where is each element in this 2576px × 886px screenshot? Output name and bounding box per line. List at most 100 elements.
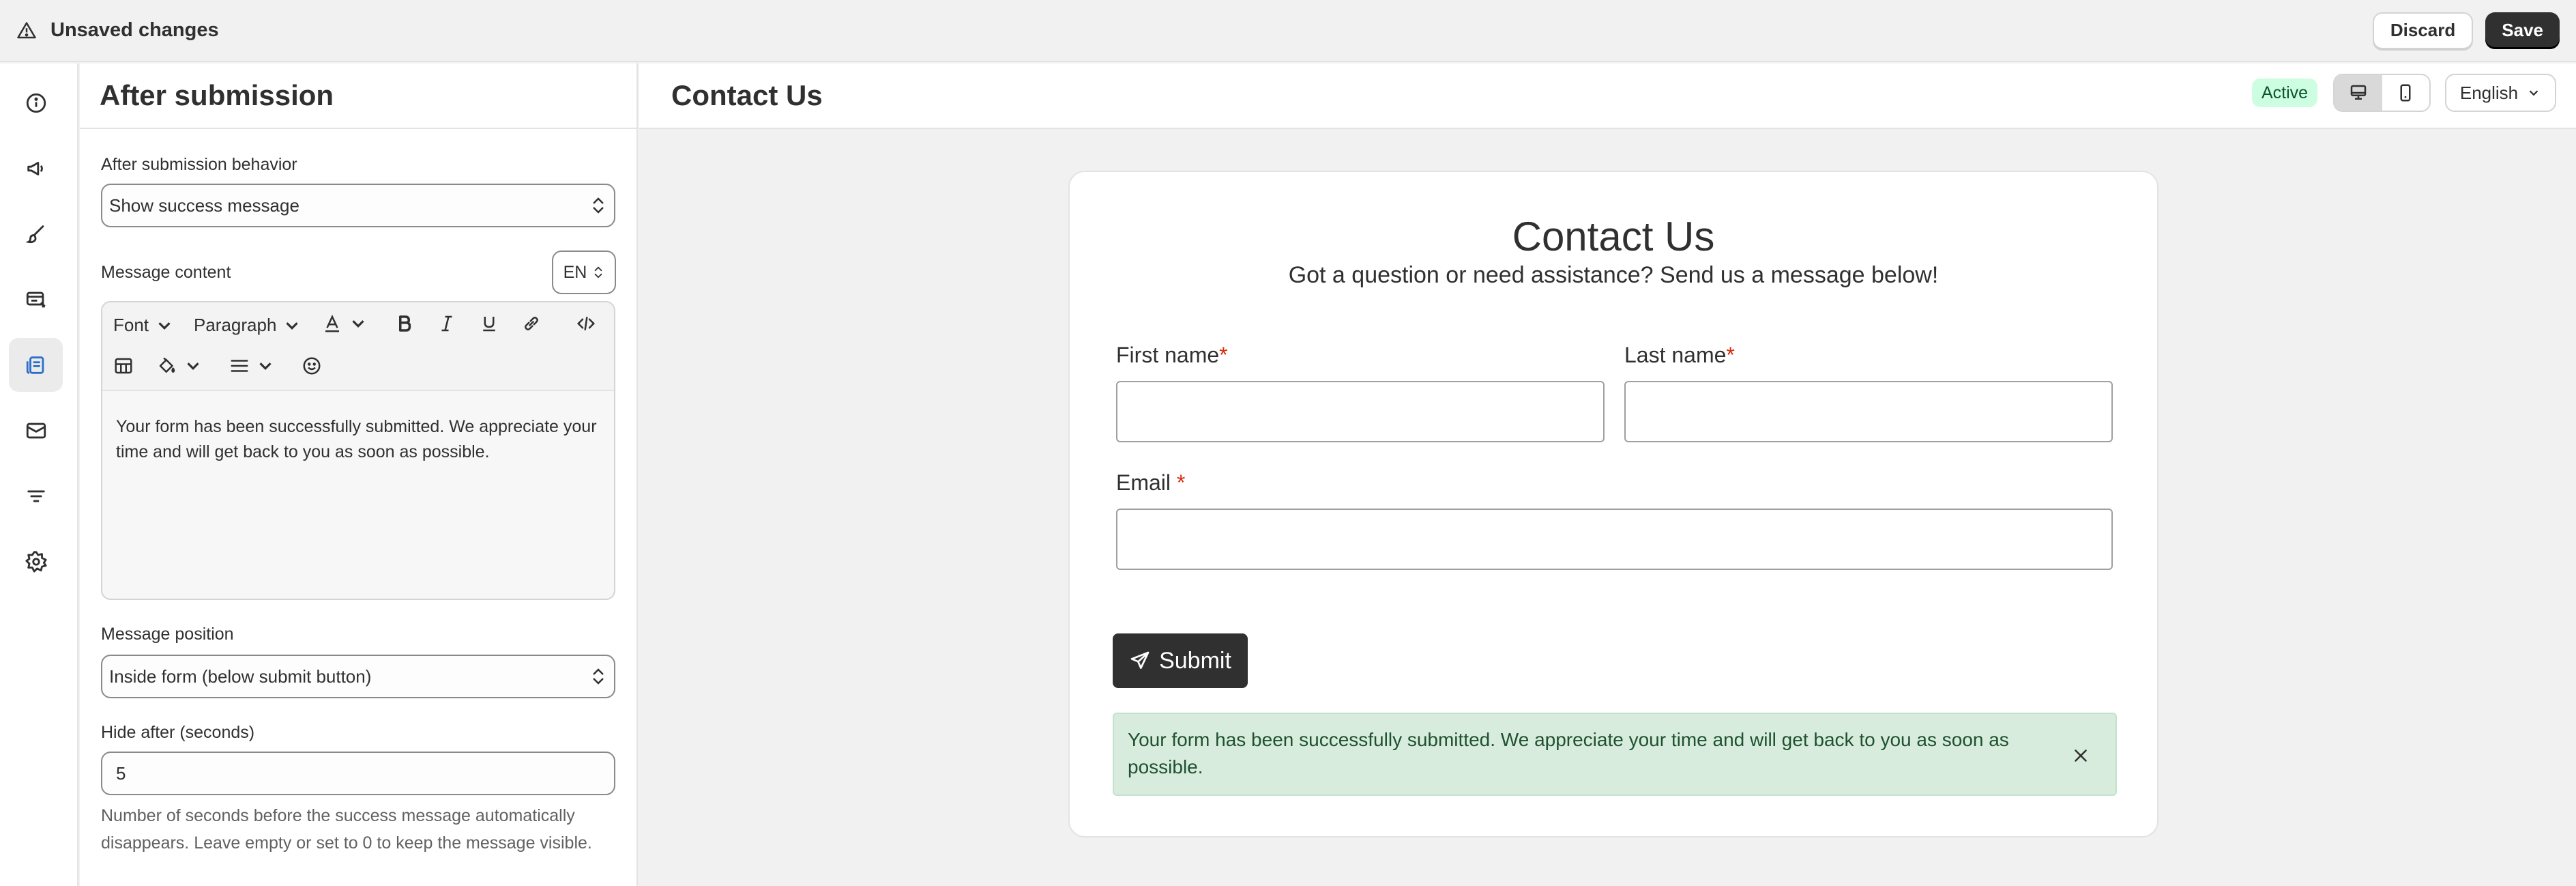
required-mark: * bbox=[1219, 343, 1228, 367]
message-content-editor[interactable]: Your form has been successfully submitte… bbox=[102, 391, 614, 488]
rail-item-announcement[interactable] bbox=[9, 141, 63, 195]
hide-after-input[interactable]: 5 bbox=[101, 752, 615, 795]
emoji-button[interactable] bbox=[302, 356, 322, 376]
underline-icon bbox=[483, 317, 495, 332]
underline-button[interactable] bbox=[479, 313, 499, 334]
form-subtitle: Got a question or need assistance? Send … bbox=[1288, 262, 1939, 288]
send-icon bbox=[1130, 651, 1150, 669]
settings-panel: After submission After submission behavi… bbox=[80, 63, 638, 886]
chevron-down-icon bbox=[158, 321, 171, 330]
behavior-select[interactable]: Show success message bbox=[101, 184, 615, 227]
select-chevron-icon bbox=[593, 668, 604, 685]
hide-after-label: Hide after (seconds) bbox=[101, 723, 255, 742]
unsaved-changes-title: Unsaved changes bbox=[50, 19, 219, 41]
form-title: Contact Us bbox=[1512, 214, 1715, 259]
panel-title: After submission bbox=[100, 79, 334, 111]
submit-button-label: Submit bbox=[1159, 647, 1231, 674]
select-chevron-icon bbox=[594, 266, 602, 278]
chevron-down-icon bbox=[187, 362, 199, 370]
editor-toolbar: Font Paragraph bbox=[102, 302, 614, 391]
last-name-label-text: Last name bbox=[1624, 343, 1727, 367]
paragraph-dropdown-label: Paragraph bbox=[194, 315, 277, 335]
form-preview-card: Contact Us Got a question or need assist… bbox=[1068, 171, 2158, 838]
emoji-icon bbox=[303, 357, 321, 375]
rail-item-filters[interactable] bbox=[9, 469, 63, 523]
text-color-dropdown[interactable] bbox=[322, 313, 368, 334]
hide-after-help: Number of seconds before the success mes… bbox=[101, 806, 592, 853]
behavior-label: After submission behavior bbox=[101, 155, 297, 174]
success-message: Your form has been successfully submitte… bbox=[1113, 713, 2117, 796]
form-list-icon bbox=[26, 291, 46, 307]
table-icon bbox=[115, 358, 132, 374]
mail-icon bbox=[26, 423, 46, 438]
required-mark: * bbox=[1726, 343, 1735, 367]
rail-item-after-submission[interactable] bbox=[9, 338, 63, 392]
rail-item-form-fields[interactable] bbox=[9, 272, 63, 326]
info-icon bbox=[26, 93, 46, 113]
font-dropdown-label: Font bbox=[113, 315, 149, 335]
last-name-input[interactable] bbox=[1624, 381, 2113, 442]
rail-item-info[interactable] bbox=[9, 76, 63, 130]
mobile-icon bbox=[2400, 84, 2411, 102]
rail-item-design[interactable] bbox=[9, 207, 63, 261]
chevron-down-icon bbox=[286, 321, 299, 330]
device-toggle bbox=[2333, 74, 2431, 112]
required-mark: * bbox=[1176, 470, 1186, 495]
italic-icon bbox=[441, 315, 452, 332]
chevron-down-icon bbox=[2529, 90, 2538, 96]
message-position-value: Inside form (below submit button) bbox=[109, 666, 372, 687]
first-name-input[interactable] bbox=[1116, 381, 1605, 442]
save-button[interactable]: Save bbox=[2485, 12, 2560, 49]
mobile-view-button[interactable] bbox=[2382, 75, 2430, 111]
panel-header: After submission bbox=[80, 63, 636, 129]
message-position-select[interactable]: Inside form (below submit button) bbox=[101, 655, 615, 698]
topbar-actions: Discard Save bbox=[2372, 12, 2560, 49]
first-name-label: First name* bbox=[1116, 343, 1228, 368]
after-submission-icon bbox=[26, 356, 44, 374]
language-value: English bbox=[2459, 82, 2519, 103]
discard-button[interactable]: Discard bbox=[2372, 12, 2474, 49]
link-icon bbox=[525, 317, 538, 330]
rich-text-editor: Font Paragraph Your form has been succes… bbox=[101, 301, 615, 600]
close-icon[interactable] bbox=[2070, 745, 2091, 766]
rail-item-settings[interactable] bbox=[9, 534, 63, 588]
behavior-value: Show success message bbox=[109, 195, 299, 216]
submit-button[interactable]: Submit bbox=[1113, 633, 1248, 688]
success-message-text: Your form has been successfully submitte… bbox=[1128, 729, 2009, 777]
brush-icon bbox=[25, 225, 44, 243]
preview-title: Contact Us bbox=[671, 79, 823, 111]
code-icon bbox=[576, 317, 596, 330]
code-view-button[interactable] bbox=[576, 313, 596, 334]
email-label-text: Email bbox=[1116, 470, 1177, 495]
email-input[interactable] bbox=[1116, 509, 2113, 570]
megaphone-icon bbox=[27, 161, 43, 175]
hide-after-value: 5 bbox=[116, 762, 126, 784]
italic-button[interactable] bbox=[437, 313, 457, 334]
status-badge: Active bbox=[2252, 78, 2318, 107]
bold-button[interactable] bbox=[394, 313, 415, 334]
icon-rail bbox=[0, 63, 78, 886]
unsaved-changes-bar: Unsaved changes Discard Save bbox=[0, 0, 2576, 62]
paragraph-dropdown[interactable]: Paragraph bbox=[194, 315, 302, 336]
filter-icon bbox=[27, 490, 45, 502]
bold-icon bbox=[399, 315, 411, 332]
message-content-label: Message content bbox=[101, 263, 231, 282]
table-button[interactable] bbox=[113, 356, 134, 376]
language-select[interactable]: English bbox=[2445, 74, 2556, 112]
select-chevron-icon bbox=[593, 197, 604, 214]
font-dropdown[interactable]: Font bbox=[113, 315, 175, 336]
desktop-view-button[interactable] bbox=[2334, 75, 2382, 111]
gear-icon bbox=[25, 550, 47, 573]
link-button[interactable] bbox=[521, 313, 542, 334]
rail-item-email[interactable] bbox=[9, 403, 63, 457]
last-name-label: Last name* bbox=[1624, 343, 1735, 368]
chevron-down-icon bbox=[352, 320, 364, 328]
fill-color-dropdown[interactable] bbox=[157, 356, 203, 376]
desktop-icon bbox=[2350, 85, 2366, 100]
first-name-label-text: First name bbox=[1116, 343, 1220, 367]
message-language-select[interactable]: EN bbox=[552, 251, 616, 294]
paint-bucket-icon bbox=[159, 357, 175, 373]
alignment-dropdown[interactable] bbox=[229, 356, 276, 376]
text-color-icon bbox=[325, 315, 339, 332]
message-position-label: Message position bbox=[101, 625, 234, 644]
